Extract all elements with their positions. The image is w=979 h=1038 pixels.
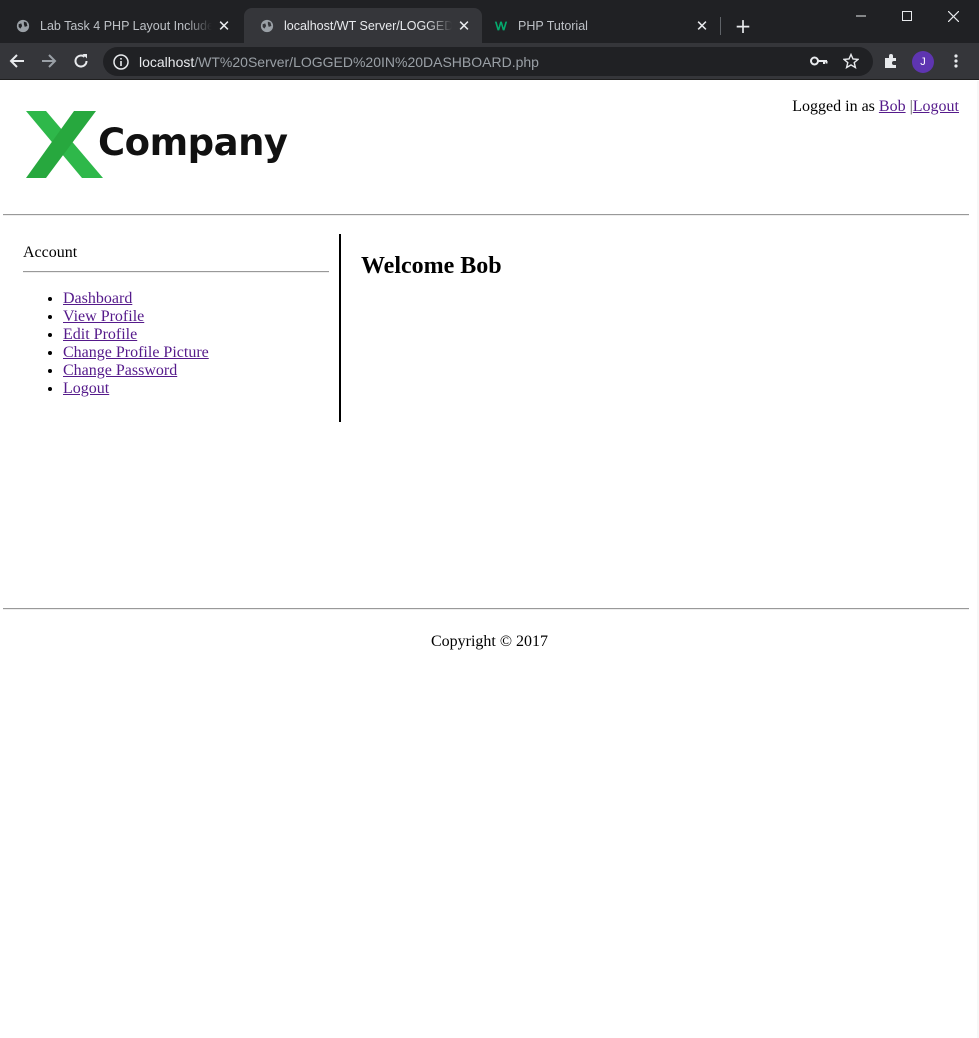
- change-profile-picture-link[interactable]: Change Profile Picture: [63, 344, 209, 361]
- key-icon[interactable]: [806, 48, 832, 74]
- sidebar-title: Account: [23, 244, 78, 261]
- bookmark-star-icon[interactable]: [838, 48, 864, 74]
- profile-avatar[interactable]: J: [912, 51, 934, 73]
- login-status: Logged in as Bob |Logout: [792, 98, 959, 116]
- extensions-puzzle-icon[interactable]: [878, 48, 904, 74]
- change-password-link[interactable]: Change Password: [63, 362, 177, 379]
- tab-lab-task[interactable]: Lab Task 4 PHP Layout Include Re ✕: [0, 8, 242, 43]
- close-icon[interactable]: ✕: [452, 17, 476, 35]
- logged-in-label: Logged in as: [792, 98, 875, 115]
- back-arrow-icon[interactable]: [4, 48, 30, 74]
- menu-item-change-password: Change Password: [63, 362, 329, 380]
- company-logo: Company: [24, 109, 288, 179]
- w3schools-icon: [494, 21, 508, 30]
- sidebar-divider: [23, 271, 329, 273]
- close-icon[interactable]: ✕: [690, 17, 714, 35]
- dashboard-link[interactable]: Dashboard: [63, 290, 132, 307]
- footer-divider: [3, 608, 969, 610]
- account-menu: Dashboard View Profile Edit Profile Chan…: [23, 290, 329, 398]
- welcome-heading: Welcome Bob: [361, 253, 502, 279]
- menu-kebab-icon[interactable]: [943, 48, 969, 74]
- minimize-icon[interactable]: [838, 0, 884, 32]
- browser-tabstrip: Lab Task 4 PHP Layout Include Re ✕ local…: [0, 0, 979, 43]
- header-logout-link[interactable]: Logout: [913, 98, 959, 115]
- edit-profile-link[interactable]: Edit Profile: [63, 326, 137, 343]
- x-logo-icon: [26, 111, 103, 178]
- logo-text: Company: [98, 121, 288, 164]
- new-tab-plus-icon[interactable]: +: [731, 14, 755, 38]
- view-profile-link[interactable]: View Profile: [63, 308, 144, 325]
- address-bar[interactable]: localhost/WT%20Server/LOGGED%20IN%20DASH…: [103, 47, 873, 76]
- maximize-icon[interactable]: [884, 0, 930, 32]
- close-window-icon[interactable]: [930, 0, 976, 32]
- tab-dashboard[interactable]: localhost/WT Server/LOGGED IN ✕: [244, 8, 482, 43]
- forward-arrow-icon[interactable]: [36, 48, 62, 74]
- info-icon[interactable]: [113, 53, 129, 70]
- menu-item-logout: Logout: [63, 380, 329, 398]
- header-divider: [3, 214, 969, 216]
- footer-copyright: Copyright © 2017: [430, 633, 549, 650]
- tab-title: localhost/WT Server/LOGGED IN: [284, 18, 452, 33]
- globe-icon: [16, 19, 30, 32]
- close-icon[interactable]: ✕: [212, 17, 236, 35]
- page-content: Company Logged in as Bob |Logout Account…: [0, 81, 979, 1038]
- menu-item-change-picture: Change Profile Picture: [63, 344, 329, 362]
- sidebar-logout-link[interactable]: Logout: [63, 380, 109, 397]
- globe-icon: [260, 19, 274, 32]
- menu-item-dashboard: Dashboard: [63, 290, 329, 308]
- user-profile-link[interactable]: Bob: [879, 98, 906, 115]
- account-sidebar: Account Dashboard View Profile Edit Prof…: [23, 235, 329, 398]
- url-path: /WT%20Server/LOGGED%20IN%20DASHBOARD.php: [194, 53, 539, 70]
- tab-separator: [720, 17, 721, 35]
- sidebar-vertical-divider: [339, 234, 341, 422]
- tab-title: PHP Tutorial: [518, 18, 588, 33]
- tab-title: Lab Task 4 PHP Layout Include Re: [40, 18, 212, 33]
- reload-icon[interactable]: [68, 48, 94, 74]
- tab-php-tutorial[interactable]: PHP Tutorial ✕: [478, 8, 720, 43]
- menu-item-view-profile: View Profile: [63, 308, 329, 326]
- browser-toolbar: localhost/WT%20Server/LOGGED%20IN%20DASH…: [0, 43, 979, 80]
- url-host: localhost: [139, 53, 195, 70]
- menu-item-edit-profile: Edit Profile: [63, 326, 329, 344]
